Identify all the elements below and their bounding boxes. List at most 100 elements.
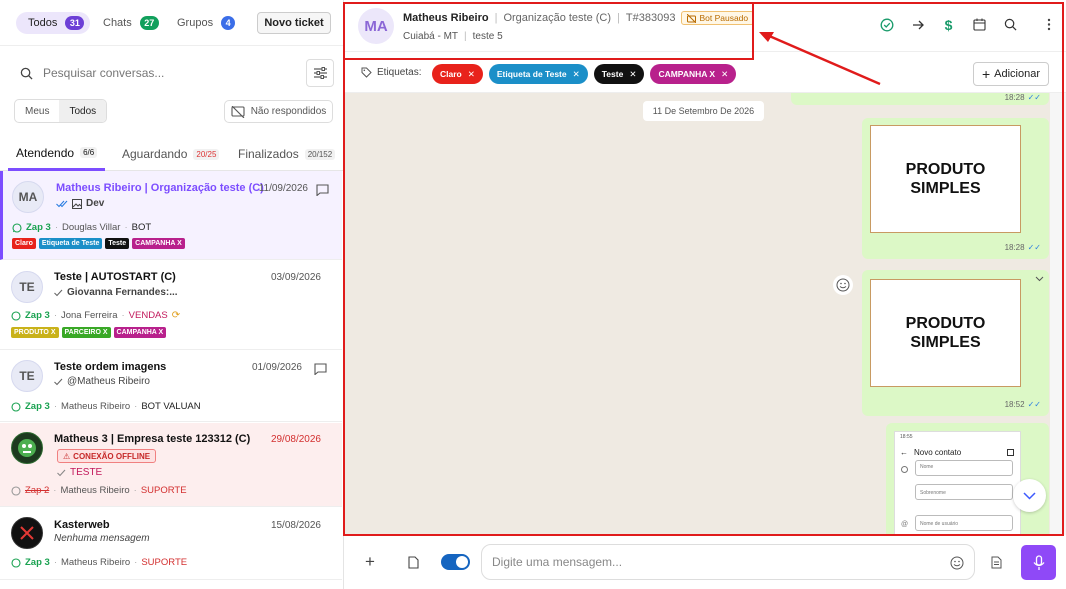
message-input[interactable]: Digite uma mensagem... [481, 544, 975, 580]
ticket-meta: Zap 3 · Matheus Ribeiro · BOT VALUAN [11, 401, 201, 412]
search-input[interactable]: Pesquisar conversas... [43, 66, 164, 80]
filter-chats-label: Chats [103, 17, 132, 29]
search-box[interactable]: Pesquisar conversas... [10, 57, 298, 89]
tag: Etiqueta de Teste [38, 238, 103, 249]
ticket-item[interactable]: Matheus 3 | Empresa teste 123312 (C) 29/… [0, 423, 342, 507]
tag: PARCEIRO X [61, 327, 111, 338]
unanswered-filter-button[interactable]: Não respondidos [224, 100, 333, 123]
filter-groups-count: 4 [221, 16, 236, 30]
tab-atendendo[interactable]: Atendendo 6/6 [8, 137, 106, 171]
filter-groups[interactable]: Grupos 4 [165, 12, 241, 34]
whatsapp-icon [11, 485, 21, 496]
avatar: MA [12, 181, 44, 213]
ticket-meta: Zap 3 · Matheus Ribeiro · SUPORTE [11, 557, 187, 568]
record-audio-button[interactable] [1021, 545, 1056, 580]
filter-all[interactable]: Todos 31 [16, 12, 91, 34]
last-message-text: Giovanna Fernandes:... [67, 287, 178, 298]
last-message: @Matheus Ribeiro [54, 376, 150, 387]
ticket-list-panel: Todos 31 Chats 27 Grupos 4 Novo ticket P… [0, 0, 344, 589]
sync-icon: ⟳ [171, 310, 181, 321]
queue-name: SUPORTE [140, 485, 187, 496]
tab-atendendo-count: 6/6 [80, 147, 98, 158]
scope-mine[interactable]: Meus [15, 100, 59, 122]
agent-name: Matheus Ribeiro [60, 557, 131, 568]
emoji-icon[interactable] [950, 556, 964, 570]
ticket-date: 29/08/2026 [270, 434, 321, 445]
last-message: Nenhuma mensagem [54, 533, 150, 544]
last-message-text: @Matheus Ribeiro [67, 376, 150, 387]
robot-avatar-icon [16, 437, 38, 459]
ticket-date: 03/09/2026 [270, 272, 321, 283]
microphone-icon [1033, 554, 1045, 571]
offline-label: CONEXÃO OFFLINE [73, 451, 151, 461]
filter-chats[interactable]: Chats 27 [91, 12, 165, 34]
annotation-panel-box [343, 2, 1064, 536]
chat-bubble-icon[interactable] [316, 184, 329, 196]
avatar: TE [11, 360, 43, 392]
last-message: Dev [56, 198, 104, 209]
filter-chats-count: 27 [139, 16, 159, 30]
whatsapp-icon [11, 401, 21, 412]
agent-name: Matheus Ribeiro [60, 401, 131, 412]
sliders-icon [313, 67, 327, 79]
last-message: Giovanna Fernandes:... [54, 287, 178, 298]
queue-name: BOT [131, 222, 152, 233]
warning-icon: ⚠ [63, 451, 71, 461]
tab-finalizados-label: Finalizados [238, 147, 299, 161]
avatar: TE [11, 271, 43, 303]
ticket-meta: Zap 2 · Matheus Ribeiro · SUPORTE [11, 485, 187, 496]
message-composer: + Digite uma mensagem... [345, 536, 1066, 589]
scope-all[interactable]: Todos [59, 100, 107, 122]
tag: Claro [12, 238, 36, 249]
queue-name: BOT VALUAN [141, 401, 201, 412]
tab-finalizados-count: 20/152 [304, 148, 336, 160]
ticket-item[interactable]: TE Teste ordem imagens 01/09/2026 @Mathe… [0, 351, 342, 422]
ticket-name: Matheus 3 | Empresa teste 123312 (C) [54, 433, 251, 445]
tag: Teste [105, 238, 130, 249]
filter-settings-button[interactable] [306, 59, 334, 87]
whatsapp-icon [12, 222, 22, 233]
ticket-date: 11/09/2026 [258, 183, 308, 194]
tab-finalizados[interactable]: Finalizados 20/152 [238, 137, 336, 171]
connection-name: Zap 3 [25, 557, 50, 568]
attach-file-icon[interactable] [408, 556, 419, 569]
tag: CAMPANHA X [113, 327, 167, 338]
tab-atendendo-label: Atendendo [16, 145, 75, 160]
annotation-arrow [759, 32, 881, 86]
last-message-text: Dev [86, 198, 105, 209]
plus-icon[interactable]: + [365, 553, 375, 570]
image-icon [72, 198, 82, 209]
new-ticket-button[interactable]: Novo ticket [257, 12, 331, 34]
agent-name: Douglas Villar [61, 222, 121, 233]
ticket-item[interactable]: Kasterweb 15/08/2026 Nenhuma mensagem Za… [0, 508, 342, 580]
tag: PRODUTO X [11, 327, 59, 338]
tab-aguardando-count: 20/25 [193, 148, 220, 160]
signature-toggle[interactable] [441, 554, 470, 570]
ticket-meta: Zap 3 · Jona Ferreira · VENDAS ⟳ [11, 310, 180, 321]
ticket-date: 15/08/2026 [270, 520, 321, 531]
queue-name: VENDAS [128, 310, 168, 321]
last-message: TESTE [57, 467, 102, 478]
ticket-name: Teste ordem imagens [54, 361, 167, 373]
avatar [11, 432, 43, 464]
double-check-icon [56, 200, 68, 208]
ticket-name: Matheus Ribeiro | Organização teste (C) [56, 182, 264, 194]
ticket-tags: Claro Etiqueta de Teste Teste CAMPANHA X [12, 238, 185, 249]
ticket-tags: PRODUTO X PARCEIRO X CAMPANHA X [11, 327, 167, 338]
scope-toggle: Meus Todos [14, 99, 108, 123]
queue-name: SUPORTE [141, 557, 188, 568]
ticket-name: Teste | AUTOSTART (C) [54, 271, 176, 283]
tab-aguardando[interactable]: Aguardando 20/25 [122, 137, 220, 171]
company-logo-icon [17, 523, 37, 543]
ticket-date: 01/09/2026 [251, 362, 302, 373]
connection-name: Zap 2 [25, 485, 50, 496]
check-icon [54, 289, 63, 297]
ticket-meta: Zap 3 · Douglas Villar · BOT [12, 222, 151, 233]
ticket-item[interactable]: MA Matheus Ribeiro | Organização teste (… [0, 171, 342, 260]
ticket-item[interactable]: TE Teste | AUTOSTART (C) 03/09/2026 Giov… [0, 261, 342, 350]
quick-message-icon[interactable] [991, 556, 1002, 569]
message-off-icon [231, 105, 245, 118]
ticket-list: MA Matheus Ribeiro | Organização teste (… [0, 171, 343, 589]
avatar [11, 517, 43, 549]
chat-bubble-icon[interactable] [314, 363, 327, 375]
